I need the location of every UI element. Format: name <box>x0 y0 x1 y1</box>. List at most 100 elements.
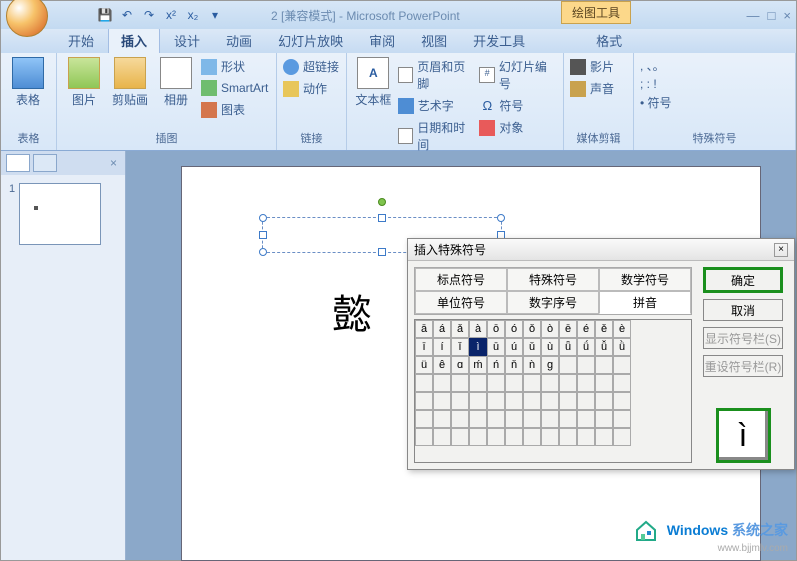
char-cell[interactable] <box>577 356 595 374</box>
cat-punct[interactable]: 标点符号 <box>415 268 507 291</box>
handle-n[interactable] <box>378 214 386 222</box>
char-cell[interactable] <box>415 374 433 392</box>
char-cell[interactable] <box>613 392 631 410</box>
char-cell[interactable]: ǔ <box>523 338 541 356</box>
action-button[interactable]: 动作 <box>283 79 339 98</box>
char-cell[interactable] <box>469 392 487 410</box>
tab-view[interactable]: 视图 <box>409 28 459 53</box>
minimize-icon[interactable]: — <box>747 8 760 23</box>
char-cell[interactable] <box>595 356 613 374</box>
char-cell[interactable] <box>451 410 469 428</box>
cat-numseq[interactable]: 数字序号 <box>507 291 599 314</box>
char-cell[interactable]: ň <box>505 356 523 374</box>
char-cell[interactable]: ì <box>469 338 487 356</box>
cancel-button[interactable]: 取消 <box>703 299 783 321</box>
tab-anim[interactable]: 动画 <box>214 28 264 53</box>
char-cell[interactable] <box>613 410 631 428</box>
sym-row2[interactable]: ; : ! <box>640 77 672 91</box>
char-cell[interactable] <box>451 392 469 410</box>
wordart-button[interactable]: 艺术字 <box>398 96 476 115</box>
char-cell[interactable] <box>505 392 523 410</box>
char-cell[interactable]: ū <box>487 338 505 356</box>
char-cell[interactable] <box>595 410 613 428</box>
char-cell[interactable]: ā <box>415 320 433 338</box>
cat-math[interactable]: 数学符号 <box>599 268 691 291</box>
char-cell[interactable]: ɡ <box>541 356 559 374</box>
hyperlink-button[interactable]: 超链接 <box>283 57 339 76</box>
char-cell[interactable]: ī <box>415 338 433 356</box>
char-cell[interactable] <box>433 428 451 446</box>
char-cell[interactable]: ê <box>433 356 451 374</box>
album-button[interactable]: 相册 <box>155 57 197 108</box>
handle-s[interactable] <box>378 248 386 256</box>
sym-row3[interactable]: • 符号 <box>640 94 672 111</box>
headerfooter-button[interactable]: 页眉和页脚 <box>398 57 476 93</box>
char-cell[interactable] <box>505 410 523 428</box>
char-cell[interactable] <box>613 428 631 446</box>
char-cell[interactable] <box>613 374 631 392</box>
char-cell[interactable]: ń <box>487 356 505 374</box>
char-cell[interactable]: ǎ <box>451 320 469 338</box>
char-cell[interactable] <box>541 428 559 446</box>
char-cell[interactable]: á <box>433 320 451 338</box>
tables-button[interactable]: 表格 <box>7 57 49 108</box>
char-cell[interactable] <box>523 410 541 428</box>
char-cell[interactable]: ó <box>505 320 523 338</box>
rotate-handle[interactable] <box>378 198 386 206</box>
char-cell[interactable] <box>559 356 577 374</box>
char-cell[interactable] <box>487 428 505 446</box>
clipart-button[interactable]: 剪贴画 <box>109 57 151 108</box>
handle-w[interactable] <box>259 231 267 239</box>
char-cell[interactable]: ǘ <box>577 338 595 356</box>
handle-ne[interactable] <box>497 214 505 222</box>
textbox-button[interactable]: A文本框 <box>353 57 394 108</box>
char-cell[interactable] <box>505 374 523 392</box>
slidenum-button[interactable]: #幻灯片编号 <box>479 57 557 93</box>
char-cell[interactable] <box>541 410 559 428</box>
char-cell[interactable] <box>577 392 595 410</box>
char-cell[interactable] <box>577 410 595 428</box>
char-cell[interactable] <box>451 428 469 446</box>
char-cell[interactable] <box>541 392 559 410</box>
char-cell[interactable]: à <box>469 320 487 338</box>
char-cell[interactable] <box>523 392 541 410</box>
tab-start[interactable]: 开始 <box>56 28 106 53</box>
char-cell[interactable] <box>613 356 631 374</box>
chart-button[interactable]: 图表 <box>201 100 268 119</box>
dialog-titlebar[interactable]: 插入特殊符号 × <box>408 239 794 261</box>
char-cell[interactable] <box>559 410 577 428</box>
char-cell[interactable] <box>559 428 577 446</box>
char-cell[interactable] <box>577 374 595 392</box>
char-cell[interactable] <box>559 374 577 392</box>
char-cell[interactable] <box>469 410 487 428</box>
handle-sw[interactable] <box>259 248 267 256</box>
char-cell[interactable] <box>487 410 505 428</box>
char-cell[interactable]: ǒ <box>523 320 541 338</box>
save-icon[interactable]: 💾 <box>97 7 113 23</box>
outline-tab[interactable] <box>33 154 57 172</box>
tab-review[interactable]: 审阅 <box>357 28 407 53</box>
char-cell[interactable] <box>415 428 433 446</box>
char-cell[interactable] <box>415 392 433 410</box>
char-cell[interactable] <box>487 374 505 392</box>
char-cell[interactable]: ò <box>541 320 559 338</box>
char-cell[interactable]: è <box>613 320 631 338</box>
char-cell[interactable] <box>559 392 577 410</box>
char-cell[interactable] <box>523 374 541 392</box>
symbol-button[interactable]: Ω符号 <box>479 96 557 115</box>
qat-more-icon[interactable]: ▾ <box>207 7 223 23</box>
char-cell[interactable] <box>469 428 487 446</box>
char-cell[interactable]: ḿ <box>469 356 487 374</box>
tab-insert[interactable]: 插入 <box>108 27 160 53</box>
char-cell[interactable]: ü <box>415 356 433 374</box>
tab-design[interactable]: 设计 <box>162 28 212 53</box>
char-cell[interactable] <box>505 428 523 446</box>
picture-button[interactable]: 图片 <box>63 57 105 108</box>
char-cell[interactable] <box>577 428 595 446</box>
char-cell[interactable] <box>595 392 613 410</box>
cat-unit[interactable]: 单位符号 <box>415 291 507 314</box>
char-cell[interactable]: ē <box>559 320 577 338</box>
char-cell[interactable]: ǚ <box>595 338 613 356</box>
char-cell[interactable]: í <box>433 338 451 356</box>
tab-slideshow[interactable]: 幻灯片放映 <box>266 28 355 53</box>
